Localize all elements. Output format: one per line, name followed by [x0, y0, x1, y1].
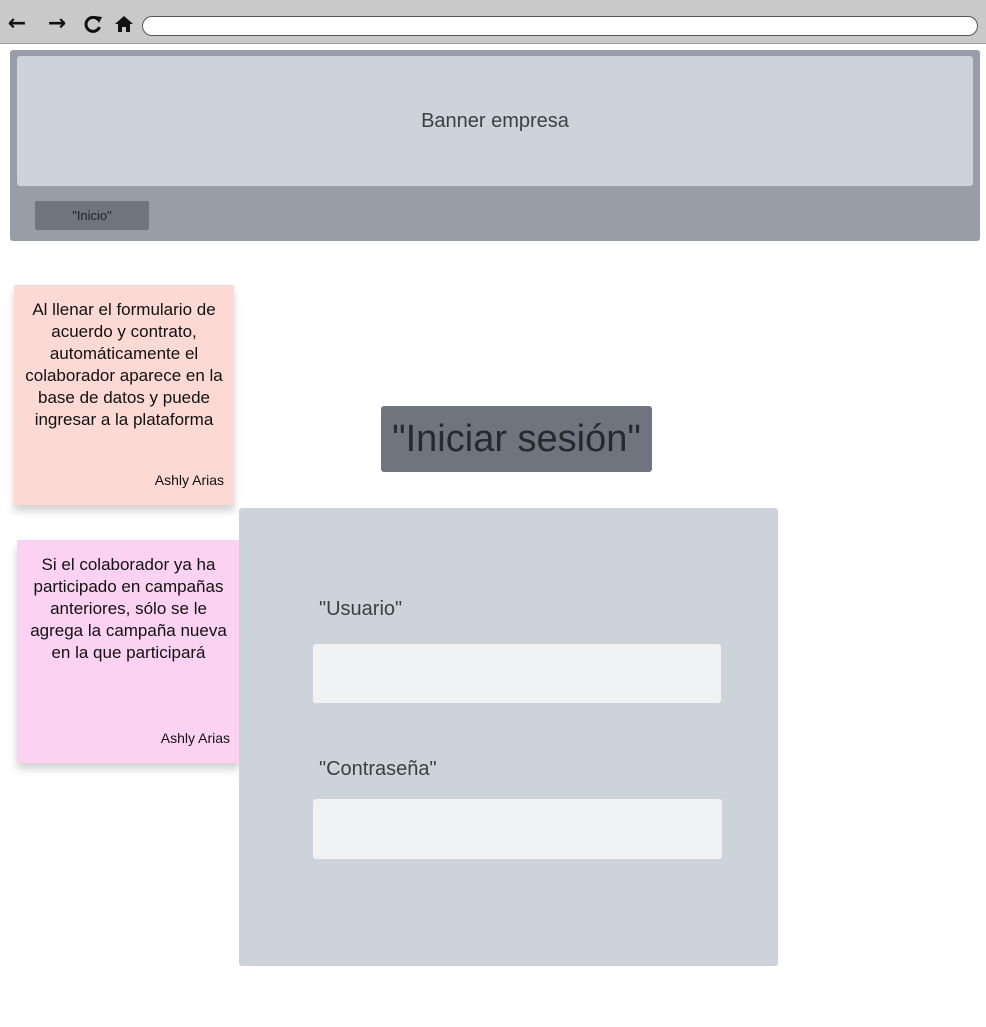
- reload-icon[interactable]: [82, 13, 104, 35]
- username-label: "Usuario": [319, 598, 403, 620]
- nav-tab-inicio[interactable]: "Inicio": [35, 201, 149, 230]
- site-header: Banner empresa "Inicio": [10, 50, 980, 241]
- login-title-text: "Iniciar sesión": [392, 417, 641, 460]
- arrow-left-icon[interactable]: ←: [6, 13, 28, 35]
- sticky-note-author: Ashly Arias: [160, 729, 230, 746]
- nav-tab-label: "Inicio": [72, 208, 112, 223]
- sticky-note-author: Ashly Arias: [154, 471, 224, 488]
- company-banner: Banner empresa: [17, 56, 973, 186]
- login-title: "Iniciar sesión": [381, 406, 652, 472]
- browser-toolbar: ← →: [0, 0, 986, 44]
- username-input[interactable]: [313, 644, 721, 703]
- sticky-note: Si el colaborador ya ha participado en c…: [17, 540, 240, 763]
- password-label: "Contraseña": [319, 758, 437, 780]
- banner-text: Banner empresa: [421, 109, 569, 132]
- login-form: "Usuario" "Contraseña": [239, 508, 778, 966]
- address-bar[interactable]: [142, 16, 978, 36]
- sticky-note-text: Si el colaborador ya ha participado en c…: [30, 555, 227, 663]
- password-input[interactable]: [313, 799, 722, 859]
- home-icon[interactable]: [113, 13, 135, 35]
- sticky-note-text: Al llenar el formulario de acuerdo y con…: [25, 300, 223, 430]
- arrow-right-icon[interactable]: →: [46, 13, 68, 35]
- sticky-note: Al llenar el formulario de acuerdo y con…: [14, 285, 234, 505]
